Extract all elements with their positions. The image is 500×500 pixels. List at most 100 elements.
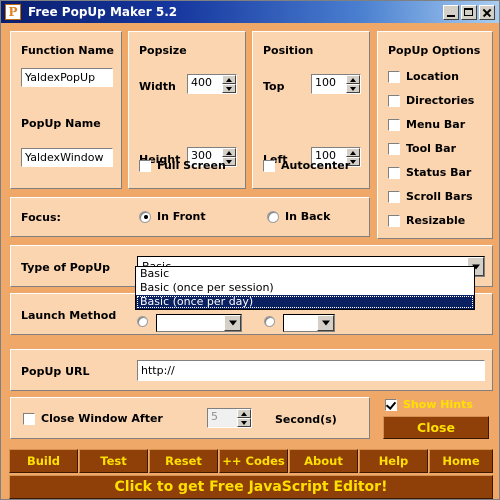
position-title: Position [263, 44, 314, 57]
launch-method-radio-2[interactable] [264, 316, 275, 327]
tool-bar-label: Tool Bar [406, 142, 456, 155]
location-label: Location [406, 70, 459, 83]
directories-checkbox[interactable] [388, 94, 400, 107]
option-row-menu-bar[interactable]: Menu Bar [388, 118, 465, 131]
directories-label: Directories [406, 94, 475, 107]
resizable-checkbox[interactable] [388, 214, 400, 227]
codes-button[interactable]: ++ Codes [219, 449, 288, 473]
menu-bar-checkbox[interactable] [388, 118, 400, 131]
option-row-directories[interactable]: Directories [388, 94, 474, 107]
status-bar-label: Status Bar [406, 166, 472, 179]
resizable-label: Resizable [406, 214, 466, 227]
top-label: Top [263, 80, 285, 93]
minimize-button[interactable] [443, 4, 459, 20]
chevron-down-icon[interactable] [317, 315, 334, 331]
function-name-label: Function Name [21, 44, 114, 57]
seconds-spinner-arrows[interactable] [237, 409, 251, 427]
popup-url-label: PopUp URL [21, 365, 90, 378]
top-spinner[interactable]: 100 [311, 74, 361, 94]
option-row-location[interactable]: Location [388, 70, 459, 83]
show-hints-checkbox[interactable] [385, 398, 397, 411]
launch-method-radio-1[interactable] [137, 316, 148, 327]
launch-radio-icon[interactable] [137, 316, 148, 327]
spinner-up-icon[interactable] [222, 148, 236, 157]
close-after-label: Close Window After [41, 412, 163, 425]
option-row-status-bar[interactable]: Status Bar [388, 166, 471, 179]
focus-label: Focus: [21, 211, 61, 224]
close-window-after-panel: Close Window After 5 Second(s) [10, 397, 370, 439]
spinner-up-icon[interactable] [222, 75, 236, 84]
type-of-popup-label: Type of PopUp [21, 261, 111, 274]
launch-method-combobox-2[interactable] [283, 314, 335, 332]
top-spinner-arrows[interactable] [346, 75, 360, 93]
app-icon: P [5, 4, 21, 20]
popup-options-panel: PopUp Options Location Directories Menu … [377, 31, 493, 239]
type-of-popup-dropdown-list[interactable]: Basic Basic (once per session) Basic (on… [135, 266, 475, 310]
width-spinner-arrows[interactable] [222, 75, 236, 93]
autocenter-label: Autocenter [281, 159, 351, 172]
seconds-label: Second(s) [275, 413, 337, 426]
location-checkbox[interactable] [388, 70, 400, 83]
scroll-bars-checkbox[interactable] [388, 190, 400, 203]
focus-radio-in-back[interactable]: In Back [267, 210, 330, 223]
close-after-checkbox[interactable] [23, 412, 35, 425]
seconds-spinner[interactable]: 5 [207, 408, 252, 428]
top-value[interactable]: 100 [312, 75, 346, 93]
width-label: Width [139, 80, 176, 93]
width-spinner[interactable]: 400 [187, 74, 237, 94]
spinner-down-icon[interactable] [222, 84, 236, 93]
launch-method-label: Launch Method [21, 309, 117, 322]
show-hints-row[interactable]: Show Hints [385, 398, 473, 411]
spinner-up-icon[interactable] [346, 148, 360, 157]
in-front-radio[interactable] [139, 210, 151, 223]
in-back-radio[interactable] [267, 210, 279, 223]
spinner-up-icon[interactable] [346, 75, 360, 84]
build-button[interactable]: Build [9, 449, 78, 473]
javascript-editor-banner[interactable]: Click to get Free JavaScript Editor! [9, 475, 493, 499]
chevron-down-icon[interactable] [224, 315, 241, 331]
dropdown-option-basic-once-per-session[interactable]: Basic (once per session) [136, 281, 474, 295]
tool-bar-checkbox[interactable] [388, 142, 400, 155]
launch-method-combobox-1[interactable] [156, 314, 242, 332]
width-value[interactable]: 400 [188, 75, 222, 93]
popup-url-panel: PopUp URL [10, 349, 493, 391]
menu-bar-label: Menu Bar [406, 118, 466, 131]
spinner-down-icon[interactable] [237, 418, 251, 427]
function-name-input[interactable] [21, 68, 113, 87]
focus-radio-in-front[interactable]: In Front [139, 210, 206, 223]
dropdown-option-basic-once-per-day[interactable]: Basic (once per day) [136, 295, 474, 309]
about-button[interactable]: About [289, 449, 358, 473]
maximize-button[interactable] [461, 4, 477, 20]
status-bar-checkbox[interactable] [388, 166, 400, 179]
popup-url-input[interactable] [137, 360, 485, 381]
focus-panel: Focus: In Front In Back [10, 197, 370, 237]
autocenter-checkbox-row[interactable]: Autocenter [263, 159, 350, 172]
popup-name-input[interactable] [21, 148, 113, 167]
option-row-resizable[interactable]: Resizable [388, 214, 465, 227]
fullscreen-checkbox[interactable] [139, 159, 151, 172]
spinner-up-icon[interactable] [237, 409, 251, 418]
help-button[interactable]: Help [359, 449, 428, 473]
scroll-bars-label: Scroll Bars [406, 190, 473, 203]
in-front-label: In Front [157, 210, 206, 223]
title-bar: P Free PopUp Maker 5.2 [1, 1, 499, 23]
spinner-down-icon[interactable] [346, 84, 360, 93]
reset-button[interactable]: Reset [149, 449, 218, 473]
seconds-value[interactable]: 5 [208, 409, 237, 427]
test-button[interactable]: Test [79, 449, 148, 473]
dropdown-option-basic[interactable]: Basic [136, 267, 474, 281]
launch-radio-icon[interactable] [264, 316, 275, 327]
close-after-checkbox-row[interactable]: Close Window After [23, 412, 163, 425]
close-dialog-button[interactable]: Close [383, 416, 489, 439]
popsize-title: Popsize [139, 44, 187, 57]
autocenter-checkbox[interactable] [263, 159, 275, 172]
home-button[interactable]: Home [429, 449, 493, 473]
fullscreen-label: Full Screen [157, 159, 226, 172]
window-controls [443, 4, 495, 20]
in-back-label: In Back [285, 210, 331, 223]
option-row-scroll-bars[interactable]: Scroll Bars [388, 190, 473, 203]
option-row-tool-bar[interactable]: Tool Bar [388, 142, 456, 155]
close-button[interactable] [479, 4, 495, 20]
fullscreen-checkbox-row[interactable]: Full Screen [139, 159, 226, 172]
application-window: P Free PopUp Maker 5.2 Function Name Pop… [0, 0, 500, 500]
